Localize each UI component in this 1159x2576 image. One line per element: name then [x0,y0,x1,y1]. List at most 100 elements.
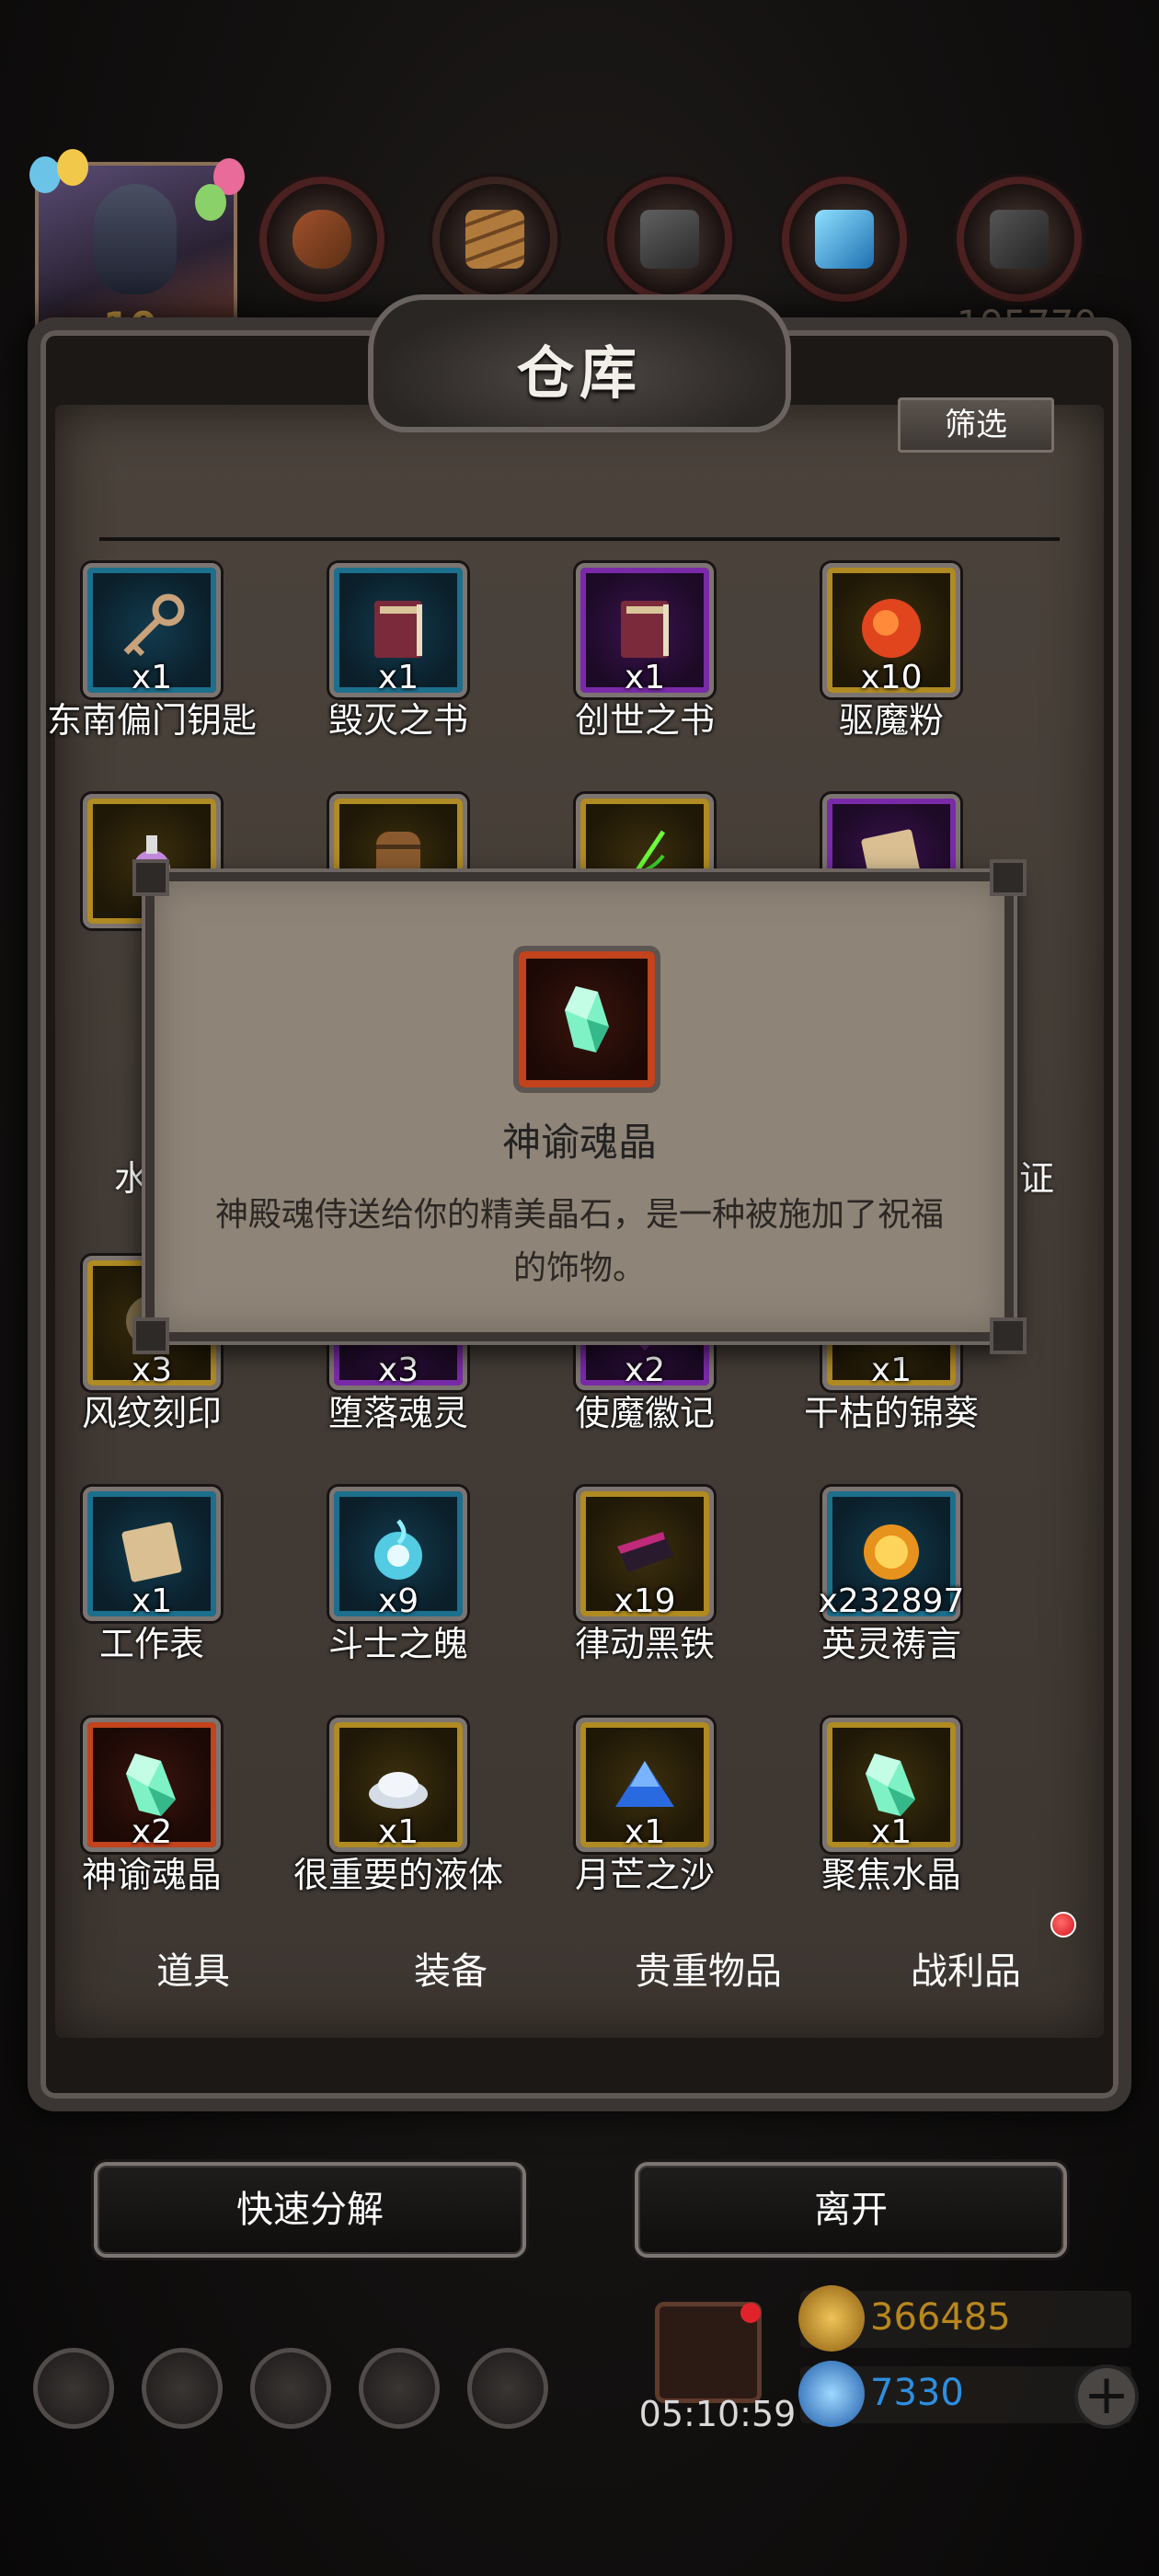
item-count: x10 [860,659,923,696]
tab-valuables[interactable]: 贵重物品 [598,1941,819,1995]
filter-button[interactable]: 筛选 [898,397,1054,453]
item-count: x1 [870,1813,912,1851]
inventory-item[interactable]: x19 律动黑铁 [521,1487,769,1689]
item-name: 驱魔粉 [838,700,944,741]
liquid-icon [361,1746,435,1820]
black-iron-icon [608,1515,682,1589]
crystal-icon [815,210,874,269]
iron-ingot-icon [640,210,699,269]
quick-decompose-button[interactable]: 快速分解 [94,2162,526,2258]
item-count: x19 [614,1582,676,1620]
gem-amount: 7330 [870,2372,964,2414]
tab-props[interactable]: 道具 [83,1941,304,1995]
inventory-item[interactable]: x1 创世之书 [521,563,769,765]
stone-icon [990,210,1049,269]
inventory-item[interactable]: x1 很重要的液体 [274,1718,522,1920]
crystal-icon [565,986,609,1052]
fire-orb-icon [855,1515,928,1589]
balloon-icon [57,149,88,186]
tab-loot[interactable]: 战利品 [855,1941,1076,1995]
sand-icon [608,1746,682,1820]
planks-icon [465,210,524,269]
player-avatar[interactable]: 10 [29,149,245,349]
resource-stone[interactable] [957,177,1082,302]
inventory-item[interactable]: x9 斗士之魄 [274,1487,522,1689]
resource-wood[interactable] [259,177,384,302]
item-name: 很重要的液体 [293,1855,503,1895]
item-count: x9 [377,1582,419,1620]
book-icon [361,592,435,665]
item-count: x3 [377,1351,419,1389]
item-name: 斗士之魄 [327,1624,468,1664]
shop-icon[interactable] [467,2348,548,2429]
inventory-item[interactable]: x232897 英灵祷言 [767,1487,1016,1689]
resource-planks[interactable] [432,177,557,302]
item-name: 神谕魂晶 [81,1855,222,1895]
item-count: x1 [624,1813,666,1851]
item-name: 聚焦水晶 [820,1855,961,1895]
gold-counter: 366485 [798,2285,1131,2352]
inventory-item[interactable]: x1 东南偏门钥匙 [28,563,276,765]
mail-icon[interactable] [359,2348,440,2429]
tab-equipment[interactable]: 装备 [340,1941,561,1995]
crystal-icon [855,1746,928,1820]
item-count: x1 [131,659,173,696]
popup-item-name: 神谕魂晶 [501,1120,657,1165]
wood-log-icon [293,210,351,269]
item-count: x1 [377,1813,419,1851]
side-label-right: 证 [1019,1158,1055,1199]
popup-item-description: 神殿魂侍送给你的精美晶石，是一种被施加了祝福的饰物。 [214,1196,944,1287]
item-count: x2 [624,1351,666,1389]
category-tabs: 道具 装备 贵重物品 战利品 [83,1904,1076,2042]
item-name: 创世之书 [574,700,715,741]
inventory-item[interactable]: x10 驱魔粉 [767,563,1016,765]
inventory-item[interactable]: x1 聚焦水晶 [767,1718,1016,1920]
resource-crystal[interactable] [782,177,907,302]
crystal-icon [115,1746,189,1820]
item-name: 风纹刻印 [81,1393,222,1433]
gift-box-icon[interactable] [655,2302,762,2403]
item-name: 堕落魂灵 [327,1393,468,1433]
item-name: 工作表 [98,1624,204,1664]
map-icon[interactable] [250,2348,331,2429]
balloon-icon [195,184,226,221]
divider [99,537,1060,541]
popup-corner [132,859,169,896]
inventory-item[interactable]: x2 神谕魂晶 [28,1718,276,1920]
item-name: 东南偏门钥匙 [46,700,257,741]
item-name: 干枯的锦葵 [803,1393,979,1433]
notification-dot [740,2303,761,2323]
notification-dot [1050,1912,1076,1938]
inventory-item[interactable]: x1 工作表 [28,1487,276,1689]
achievement-icon[interactable] [142,2348,223,2429]
inventory-item[interactable]: x1 毁灭之书 [274,563,522,765]
inventory-item[interactable]: x1 月芒之沙 [521,1718,769,1920]
item-name: 使魔徽记 [574,1393,715,1433]
gem-icon [798,2361,865,2427]
popup-corner [990,859,1027,896]
portrait-icon [94,184,177,294]
gold-coin-icon [798,2285,865,2352]
item-detail-popup[interactable]: 神谕魂晶 神殿魂侍送给你的精美晶石，是一种被施加了祝福的饰物。 [132,859,1027,1354]
gold-amount: 366485 [870,2296,1011,2339]
popup-item-slot [513,946,660,1093]
resource-iron[interactable] [607,177,732,302]
item-name: 月芒之沙 [574,1855,715,1895]
window-title: 仓库 [516,339,642,407]
gift-timer: 05:10:59 [638,2394,797,2434]
book-icon [608,592,682,665]
powder-icon [855,592,928,665]
settings-icon[interactable] [33,2348,114,2429]
item-name: 毁灭之书 [327,700,468,741]
item-count: x1 [131,1582,173,1620]
key-icon [115,592,189,665]
balloon-icon [29,156,61,193]
item-name: 英灵祷言 [820,1624,961,1664]
side-label-left: 水 [114,1158,150,1199]
item-count: x2 [131,1813,173,1851]
item-count: x232897 [818,1582,965,1620]
popup-corner [132,1317,169,1354]
leave-button[interactable]: 离开 [635,2162,1067,2258]
add-currency-button[interactable]: + [1074,2364,1139,2429]
item-count: x1 [870,1351,912,1389]
